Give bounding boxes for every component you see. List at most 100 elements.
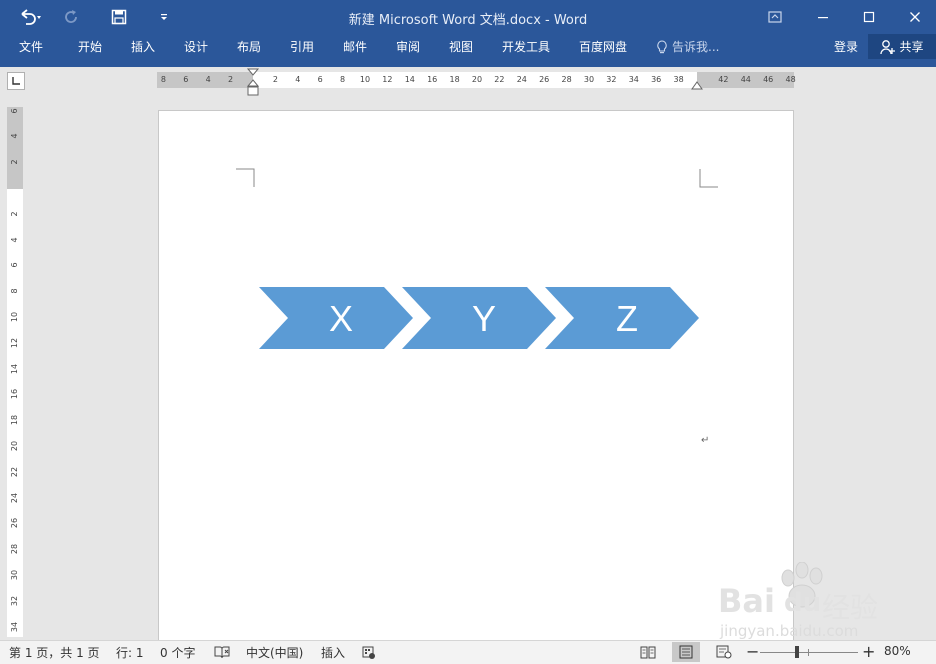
- watermark-brand: Bai: [718, 582, 775, 620]
- maximize-button[interactable]: [856, 5, 882, 29]
- ruler-label: 8: [340, 75, 346, 84]
- status-bar: 第 1 页，共 1 页 行: 1 0 个字 中文(中国) 插入 − + 80%: [0, 640, 936, 664]
- watermark-cn: 经验: [822, 591, 879, 624]
- tab-insert[interactable]: 插入: [131, 38, 155, 55]
- status-word-count[interactable]: 0 个字: [160, 644, 195, 661]
- close-icon: [910, 12, 920, 22]
- minimize-button[interactable]: [810, 5, 836, 29]
- vertical-ruler[interactable]: 6 4 2 2 4 6 8 10 12 14 16 18 20 22 24 26 28 30 32 34: [7, 107, 23, 637]
- tab-developer[interactable]: 开发工具: [502, 38, 550, 55]
- ruler-label: 46: [763, 75, 774, 84]
- ribbon-display-options-button[interactable]: [762, 5, 788, 29]
- ruler-label: 38: [673, 75, 684, 84]
- ruler-label: 28: [561, 75, 572, 84]
- status-page[interactable]: 第 1 页，共 1 页: [9, 644, 100, 661]
- margin-corner-marks: [236, 168, 718, 188]
- zoom-slider-center-tick: [808, 649, 809, 656]
- tell-me-search[interactable]: 告诉我...: [656, 38, 719, 55]
- tab-file[interactable]: 文件: [19, 38, 43, 55]
- ruler-label: 4: [295, 75, 301, 84]
- tab-mailings[interactable]: 邮件: [343, 38, 367, 55]
- minimize-icon: [818, 17, 828, 19]
- print-layout-button[interactable]: [672, 642, 700, 662]
- tab-home[interactable]: 开始: [78, 38, 102, 55]
- ruler-label: 22: [494, 75, 505, 84]
- ruler-label: 4: [10, 133, 19, 139]
- ruler-label: 6: [10, 262, 19, 268]
- close-button[interactable]: [902, 5, 928, 29]
- ruler-label: 36: [651, 75, 662, 84]
- ruler-label: 28: [10, 544, 19, 555]
- tab-layout[interactable]: 布局: [237, 38, 261, 55]
- ruler-label: 32: [606, 75, 617, 84]
- window-title: 新建 Microsoft Word 文档.docx - Word: [348, 13, 588, 28]
- ruler-label: 48: [785, 75, 796, 84]
- chevron-label-x: X: [329, 298, 353, 339]
- ribbon-display-icon: [768, 11, 782, 23]
- ruler-label: 16: [427, 75, 438, 84]
- sign-in-link[interactable]: 登录: [834, 38, 858, 55]
- ruler-label: 8: [160, 75, 166, 84]
- ruler-label: 2: [228, 75, 234, 84]
- right-indent-marker[interactable]: [690, 80, 704, 92]
- status-line[interactable]: 行: 1: [116, 644, 144, 661]
- ruler-label: 2: [10, 211, 19, 217]
- indent-markers[interactable]: [246, 68, 260, 98]
- web-layout-icon[interactable]: [716, 645, 732, 659]
- ruler-label: 20: [10, 440, 19, 452]
- tab-selector-button[interactable]: [7, 72, 25, 90]
- ruler-label: 26: [10, 518, 19, 529]
- ruler-label: 10: [359, 75, 371, 84]
- macro-record-icon[interactable]: [362, 646, 376, 660]
- lightbulb-icon: [657, 39, 667, 53]
- tab-design[interactable]: 设计: [184, 38, 208, 55]
- ruler-label: 14: [404, 75, 415, 84]
- chevron-label-z: Z: [616, 298, 638, 339]
- zoom-level[interactable]: 80%: [884, 644, 911, 658]
- tab-view[interactable]: 视图: [449, 38, 473, 55]
- proofing-book-icon[interactable]: [214, 645, 230, 659]
- ruler-label: 22: [10, 466, 19, 477]
- left-tab-stop-icon: [12, 77, 20, 85]
- zoom-in-button[interactable]: +: [862, 642, 875, 661]
- chevron-process-diagram[interactable]: X Y Z: [257, 285, 703, 351]
- ruler-label: 4: [205, 75, 211, 84]
- ruler-label: 20: [471, 75, 483, 84]
- status-language[interactable]: 中文(中国): [246, 644, 303, 661]
- tab-references[interactable]: 引用: [290, 38, 314, 55]
- share-button[interactable]: 共享: [868, 34, 936, 59]
- ruler-label: 14: [10, 363, 19, 374]
- ruler-label: 12: [382, 75, 393, 84]
- person-add-icon: [880, 39, 896, 54]
- ruler-label: 34: [10, 621, 19, 632]
- ruler-label: 24: [10, 492, 19, 503]
- zoom-slider[interactable]: [760, 646, 858, 658]
- paragraph-mark: ↵: [701, 435, 710, 446]
- zoom-slider-thumb[interactable]: [795, 646, 800, 658]
- document-page[interactable]: X Y Z ↵: [158, 110, 794, 641]
- zoom-out-button[interactable]: −: [746, 642, 759, 661]
- read-mode-icon[interactable]: [640, 645, 656, 659]
- ruler-label: 24: [516, 75, 527, 84]
- watermark-brand-du: du: [784, 588, 822, 618]
- ruler-label: 42: [718, 75, 729, 84]
- ruler-label: 10: [10, 311, 19, 323]
- ruler-label: 18: [10, 415, 19, 426]
- ruler-label: 8: [10, 288, 19, 294]
- maximize-icon: [863, 11, 875, 23]
- ruler-label: 16: [10, 389, 19, 400]
- share-label: 共享: [899, 40, 924, 54]
- ruler-label: 6: [10, 108, 19, 114]
- tab-review[interactable]: 审阅: [396, 38, 420, 55]
- print-layout-icon: [679, 645, 693, 659]
- ruler-label: 2: [272, 75, 278, 84]
- ruler-label: 32: [10, 595, 19, 606]
- tab-baidu-netdisk[interactable]: 百度网盘: [579, 38, 627, 55]
- ruler-label: 44: [740, 75, 751, 84]
- status-insert-mode[interactable]: 插入: [321, 644, 345, 661]
- tell-me-label: 告诉我...: [672, 40, 720, 54]
- chevron-label-y: Y: [472, 298, 496, 339]
- baidu-jingyan-watermark: Bai du 经验 jingyan.baidu.com: [716, 562, 926, 642]
- ruler-top-margin: [7, 107, 23, 189]
- ruler-label: 4: [10, 237, 19, 243]
